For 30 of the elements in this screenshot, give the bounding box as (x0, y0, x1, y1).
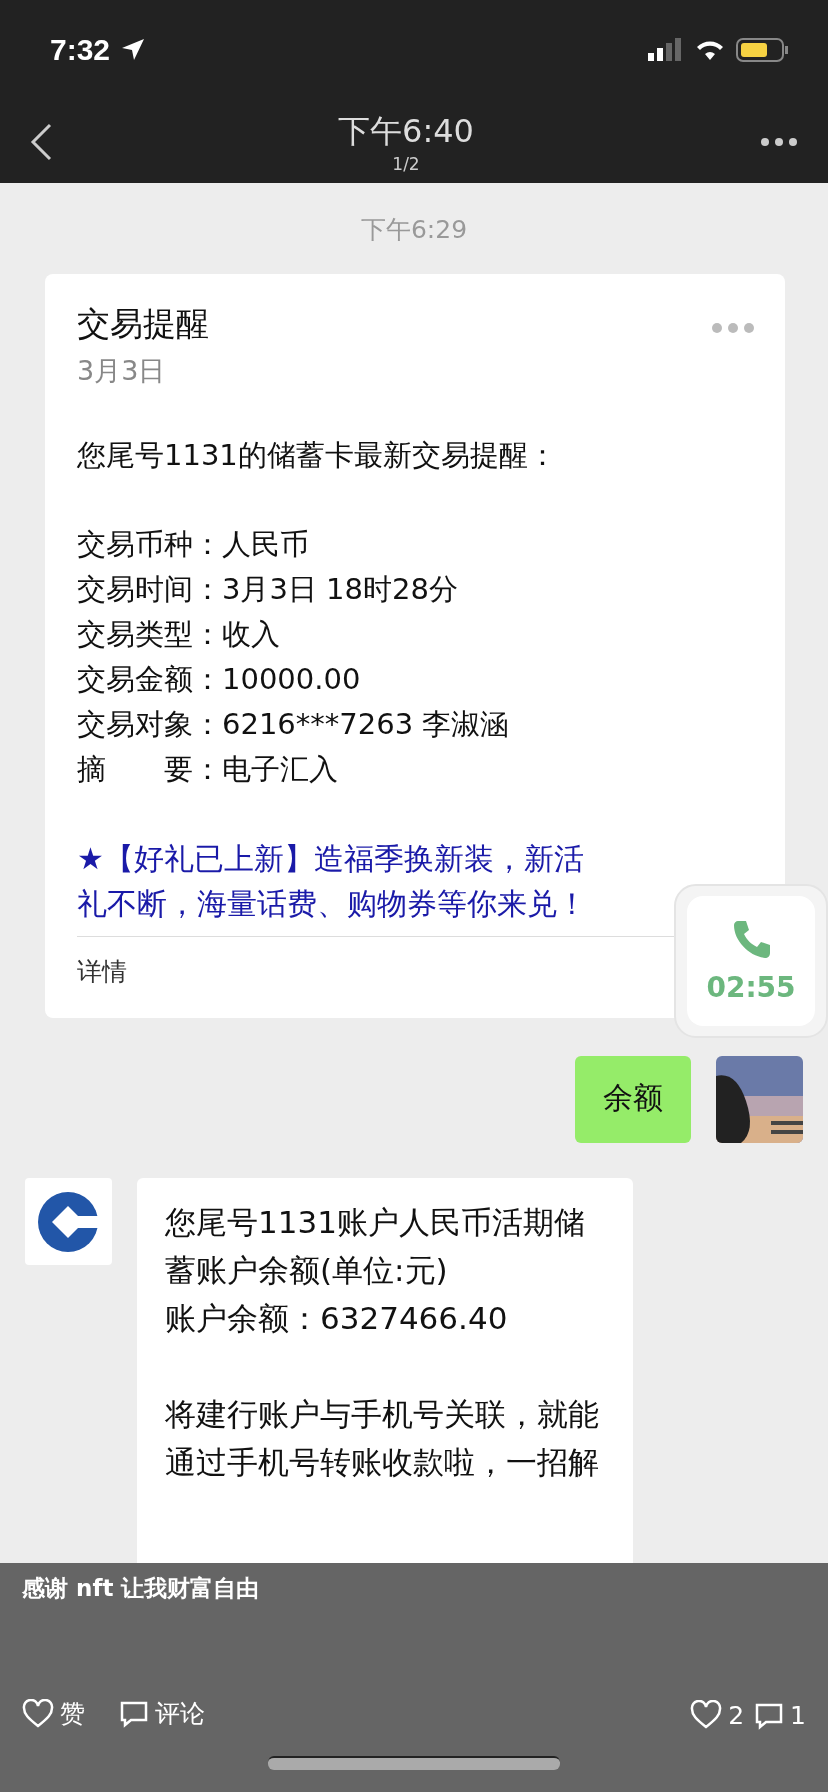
promo-text: ★【好礼已上新】造福季换新装，新活礼不断，海量话费、购物券等你来兑！ (77, 840, 588, 923)
transaction-field: 交易时间：3月3日 18时28分 (77, 567, 458, 612)
back-icon[interactable] (30, 122, 52, 161)
transaction-field: 摘 要：电子汇入 (77, 747, 338, 792)
like-count: 2 (690, 1700, 745, 1730)
card-date: 3月3日 (77, 354, 166, 388)
transaction-field: 交易类型：收入 (77, 612, 280, 657)
comment-icon (754, 1701, 785, 1730)
battery-icon (736, 38, 788, 62)
comment-count: 1 (754, 1701, 806, 1730)
nav-title: 下午6:40 (338, 110, 474, 152)
heart-icon (690, 1700, 723, 1730)
clock-time: 7:32 (50, 33, 111, 67)
like-button[interactable]: 赞 (22, 1697, 85, 1730)
comment-icon (119, 1699, 149, 1728)
transaction-field: 交易金额：10000.00 (77, 657, 361, 702)
heart-icon (22, 1698, 54, 1729)
message-bubble: 余额 (575, 1056, 691, 1143)
message-timestamp: 下午6:29 (360, 214, 468, 246)
signal-icon (648, 38, 684, 62)
transaction-field: 交易币种：人民币 (77, 522, 309, 567)
more-icon[interactable] (760, 136, 798, 147)
intro-text: 您尾号1131的储蓄卡最新交易提醒： (77, 437, 557, 474)
call-duration: 02:55 (706, 970, 796, 1004)
transaction-field: 交易对象：6216***7263 李淑涵 (77, 702, 510, 747)
phone-icon (732, 918, 770, 959)
card-title: 交易提醒 (77, 303, 209, 345)
page-counter: 1/2 (392, 153, 420, 174)
details-link[interactable]: 详情 (77, 955, 127, 988)
comment-button[interactable]: 评论 (119, 1697, 205, 1730)
